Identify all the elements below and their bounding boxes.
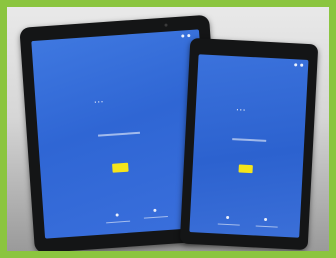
emergency-call-icon [263, 217, 268, 222]
emergency-call-icon [153, 208, 157, 212]
tablet-right-screen: … [189, 54, 309, 238]
start-button [112, 162, 129, 173]
welcome-heading: … [235, 102, 247, 114]
welcome-heading: … [93, 94, 104, 106]
status-icon [181, 34, 185, 38]
status-icon [187, 33, 191, 38]
language-selector [97, 131, 141, 137]
start-button [238, 164, 253, 174]
footer-text [217, 223, 240, 226]
photo-frame: … … [0, 0, 336, 258]
status-icon [300, 63, 304, 67]
camera-icon [164, 23, 168, 27]
accessibility-icon [115, 213, 119, 217]
footer-text [143, 216, 168, 219]
language-selector [232, 138, 267, 142]
tablet-right: … [179, 37, 319, 251]
footer-text [255, 225, 278, 228]
status-icon [294, 63, 298, 67]
photo: … … [7, 7, 329, 251]
footer-text [106, 220, 131, 224]
accessibility-icon [226, 215, 230, 220]
